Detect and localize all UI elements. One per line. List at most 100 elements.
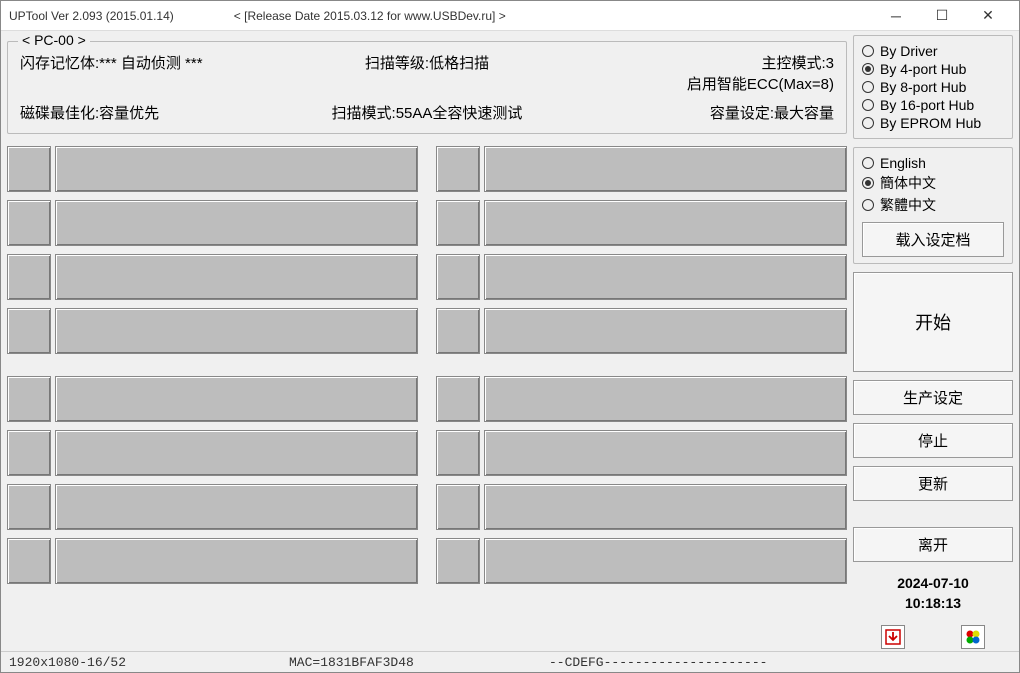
- slot-display[interactable]: [55, 308, 418, 354]
- slot-row: [7, 484, 418, 530]
- slot-row: [436, 538, 847, 584]
- datetime-display: 2024-07-10 10:18:13: [853, 574, 1013, 613]
- mac-label: MAC=1831BFAF3D48: [289, 655, 549, 670]
- lang-option[interactable]: English: [862, 154, 1004, 172]
- slot-display[interactable]: [484, 430, 847, 476]
- side-panel: By Driver By 4-port Hub By 8-port Hub By 16…: [853, 35, 1013, 649]
- slot-row: [7, 254, 418, 300]
- slot-display[interactable]: [55, 254, 418, 300]
- slot-indicator[interactable]: [436, 200, 480, 246]
- status-icon[interactable]: [961, 625, 985, 649]
- prod-setup-button[interactable]: 生产设定: [853, 380, 1013, 415]
- disk-optimize-label: 磁碟最佳化:容量优先: [20, 102, 291, 123]
- hub-label: By Driver: [880, 43, 938, 59]
- slot-indicator[interactable]: [436, 484, 480, 530]
- slot-block-top: [7, 146, 847, 354]
- hub-label: By EPROM Hub: [880, 115, 981, 131]
- hub-option[interactable]: By Driver: [862, 42, 1004, 60]
- titlebar: UPTool Ver 2.093 (2015.01.14) < [Release…: [1, 1, 1019, 31]
- slot-display[interactable]: [484, 146, 847, 192]
- resolution-label: 1920x1080-16/52: [9, 655, 289, 670]
- date-label: 2024-07-10: [853, 574, 1013, 594]
- radio-icon: [862, 63, 874, 75]
- slot-indicator[interactable]: [7, 538, 51, 584]
- stop-button[interactable]: 停止: [853, 423, 1013, 458]
- language-group: English 簡体中文繁體中文 载入设定档: [853, 147, 1013, 264]
- slot-indicator[interactable]: [7, 484, 51, 530]
- start-button[interactable]: 开始: [853, 272, 1013, 372]
- minimize-button[interactable]: ─: [873, 1, 919, 31]
- slot-display[interactable]: [484, 254, 847, 300]
- slot-indicator[interactable]: [7, 200, 51, 246]
- slot-indicator[interactable]: [436, 376, 480, 422]
- refresh-button[interactable]: 更新: [853, 466, 1013, 501]
- slot-row: [436, 430, 847, 476]
- slot-display[interactable]: [484, 538, 847, 584]
- hub-option[interactable]: By 4-port Hub: [862, 60, 1004, 78]
- drives-label: --CDEFG---------------------: [549, 655, 1011, 670]
- slot-indicator[interactable]: [436, 308, 480, 354]
- scan-mode-label: 扫描模式:55AA全容快速测试: [291, 102, 562, 123]
- slot-indicator[interactable]: [7, 308, 51, 354]
- hub-label: By 8-port Hub: [880, 79, 966, 95]
- slot-display[interactable]: [484, 484, 847, 530]
- slot-row: [7, 200, 418, 246]
- slot-row: [436, 146, 847, 192]
- slot-indicator[interactable]: [7, 376, 51, 422]
- slot-column: [7, 376, 418, 584]
- slot-indicator[interactable]: [436, 538, 480, 584]
- scan-level-label: 扫描等级:低格扫描: [291, 52, 562, 94]
- slot-display[interactable]: [55, 146, 418, 192]
- close-button[interactable]: ✕: [965, 1, 1011, 31]
- slot-column: [436, 376, 847, 584]
- info-group: < PC-00 > 闪存记忆体:*** 自动侦测 *** 扫描等级:低格扫描 主…: [7, 41, 847, 134]
- controller-mode-value: 主控模式:3: [563, 52, 834, 73]
- slot-display[interactable]: [484, 308, 847, 354]
- lang-label: English: [880, 155, 926, 171]
- slot-column: [436, 146, 847, 354]
- app-window: UPTool Ver 2.093 (2015.01.14) < [Release…: [0, 0, 1020, 673]
- slot-row: [7, 430, 418, 476]
- flash-memory-label: 闪存记忆体:*** 自动侦测 ***: [20, 52, 291, 94]
- download-icon[interactable]: [881, 625, 905, 649]
- hub-label: By 16-port Hub: [880, 97, 974, 113]
- slot-indicator[interactable]: [436, 430, 480, 476]
- slot-column: [7, 146, 418, 354]
- hub-option[interactable]: By 16-port Hub: [862, 96, 1004, 114]
- slots-area: [7, 146, 847, 584]
- slot-indicator[interactable]: [7, 254, 51, 300]
- hub-label: By 4-port Hub: [880, 61, 966, 77]
- slot-row: [436, 484, 847, 530]
- slot-indicator[interactable]: [436, 146, 480, 192]
- slot-display[interactable]: [55, 430, 418, 476]
- slot-display[interactable]: [55, 538, 418, 584]
- radio-icon: [862, 117, 874, 129]
- slot-display[interactable]: [484, 200, 847, 246]
- slot-row: [7, 376, 418, 422]
- lang-option[interactable]: 簡体中文: [862, 172, 1004, 194]
- hub-option[interactable]: By EPROM Hub: [862, 114, 1004, 132]
- load-config-button[interactable]: 载入设定档: [862, 222, 1004, 257]
- lang-label: 繁體中文: [880, 195, 936, 215]
- release-info: < [Release Date 2015.03.12 for www.USBDe…: [234, 9, 506, 23]
- lang-label: 簡体中文: [880, 173, 936, 193]
- slot-indicator[interactable]: [436, 254, 480, 300]
- radio-icon: [862, 199, 874, 211]
- maximize-button[interactable]: ☐: [919, 1, 965, 31]
- slot-row: [436, 376, 847, 422]
- lang-option[interactable]: 繁體中文: [862, 194, 1004, 216]
- exit-button[interactable]: 离开: [853, 527, 1013, 562]
- hub-option[interactable]: By 8-port Hub: [862, 78, 1004, 96]
- slot-row: [7, 308, 418, 354]
- slot-display[interactable]: [55, 484, 418, 530]
- hub-mode-group: By Driver By 4-port Hub By 8-port Hub By 16…: [853, 35, 1013, 139]
- pc-label: < PC-00 >: [18, 32, 90, 48]
- slot-indicator[interactable]: [7, 146, 51, 192]
- slot-display[interactable]: [55, 200, 418, 246]
- content-area: < PC-00 > 闪存记忆体:*** 自动侦测 *** 扫描等级:低格扫描 主…: [1, 31, 1019, 651]
- slot-display[interactable]: [484, 376, 847, 422]
- slot-indicator[interactable]: [7, 430, 51, 476]
- side-icons: [853, 625, 1013, 649]
- radio-icon: [862, 81, 874, 93]
- slot-display[interactable]: [55, 376, 418, 422]
